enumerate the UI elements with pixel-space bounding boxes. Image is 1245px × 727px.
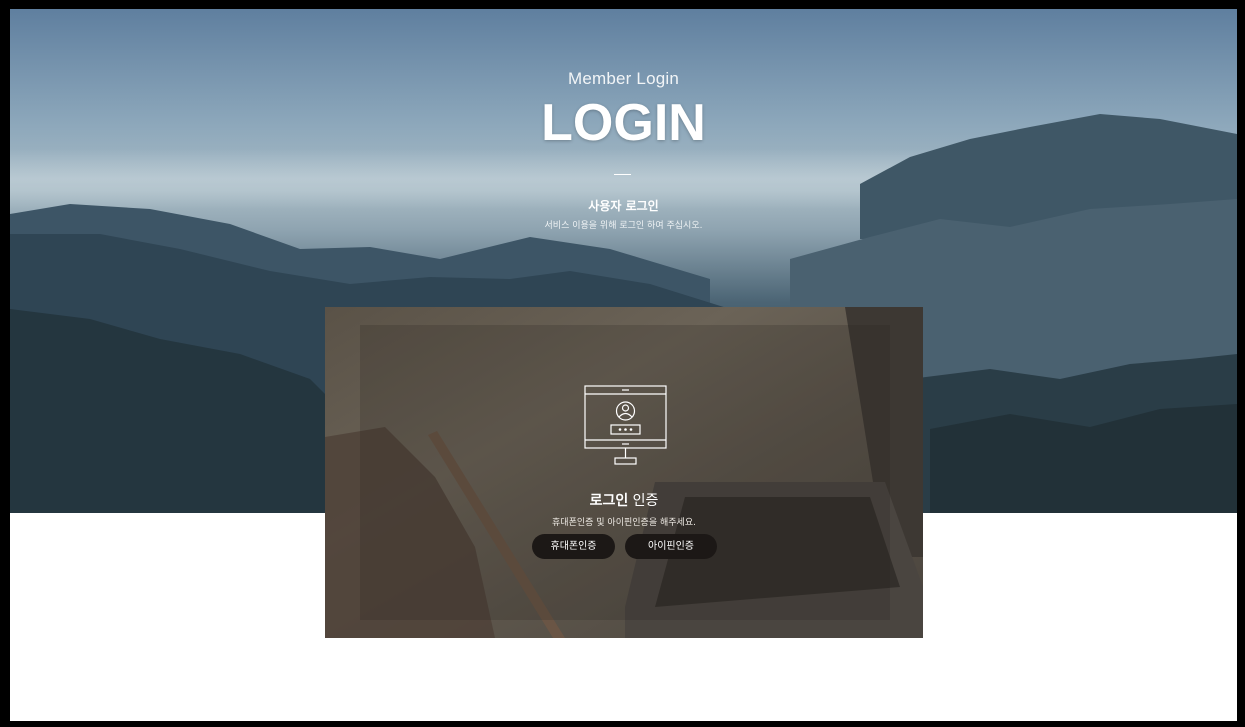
auth-title-rest: 인증 (628, 493, 659, 509)
card-overlay (360, 325, 890, 620)
auth-title: 로그인 인증 (325, 490, 923, 510)
page-frame: Member Login LOGIN 사용자 로그인 서비스 이용을 위해 로그… (10, 9, 1237, 721)
page-title: LOGIN (541, 94, 706, 152)
phone-auth-button[interactable]: 휴대폰인증 (532, 534, 615, 559)
ipin-auth-button[interactable]: 아이핀인증 (625, 534, 717, 559)
section-title: 사용자 로그인 (588, 199, 659, 213)
auth-description: 휴대폰인증 및 아이핀인증을 해주세요. (552, 518, 696, 528)
auth-title-bold: 로그인 (589, 493, 629, 509)
member-login-subtitle: Member Login (567, 69, 680, 88)
title-divider (614, 174, 631, 175)
section-description: 서비스 이용을 위해 로그인 하여 주십시오. (544, 221, 703, 231)
login-auth-card: 로그인 인증 휴대폰인증 및 아이핀인증을 해주세요. 휴대폰인증 아이핀인증 (325, 307, 923, 638)
monitor-user-login-icon (584, 385, 667, 465)
